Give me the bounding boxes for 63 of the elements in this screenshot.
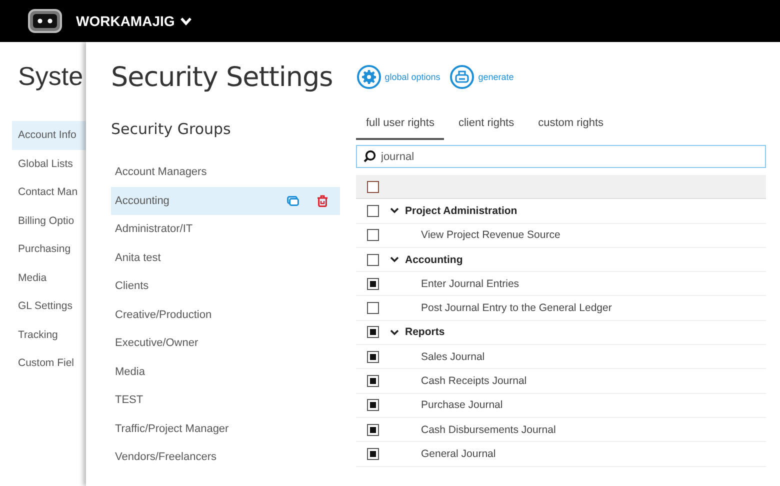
nav-item[interactable]: Account Info <box>12 121 86 150</box>
checkbox[interactable] <box>367 424 379 436</box>
group-label: Reports <box>405 326 445 338</box>
chevron-down-icon <box>180 16 192 26</box>
settings-icon <box>356 65 381 89</box>
group-item[interactable]: Creative/Production <box>111 300 340 329</box>
right-label: Enter Journal Entries <box>420 278 520 290</box>
right-label: View Project Revenue Source <box>420 229 560 242</box>
app-menu-button[interactable]: WORKAMAJIG <box>76 13 192 29</box>
right-label: Cash Receipts Journal <box>420 375 527 388</box>
tab[interactable]: client rights <box>448 116 524 140</box>
right-label: Cash Disbursements Journal <box>420 424 556 436</box>
copy-icon[interactable] <box>287 196 299 206</box>
robot-logo-icon[interactable] <box>28 9 62 33</box>
group-item[interactable]: TEST <box>111 386 340 414</box>
chevron-down-icon[interactable] <box>390 207 399 214</box>
page-title: Syste <box>18 61 84 92</box>
group-item[interactable]: Account Managers <box>111 158 340 186</box>
checkbox[interactable] <box>367 350 379 363</box>
chevron-down-icon[interactable] <box>390 328 399 336</box>
nav-item[interactable]: Media <box>12 264 86 292</box>
group-label: Project Administration <box>405 204 518 217</box>
right-label: Post Journal Entry to the General Ledger <box>420 302 612 314</box>
group-item[interactable]: Accounting <box>111 186 340 215</box>
right-label: Sales Journal <box>420 350 485 363</box>
right-label: Purchase Journal <box>420 399 503 412</box>
group-label: Accounting <box>405 254 463 266</box>
group-item[interactable]: Administrator/IT <box>111 215 340 244</box>
panel-title: Security Settings <box>111 62 333 92</box>
checkbox[interactable] <box>367 302 379 314</box>
group-item[interactable]: Vendors/Freelancers <box>111 443 340 472</box>
right-label: General Journal <box>420 448 496 460</box>
group-item[interactable]: Executive/Owner <box>111 329 340 358</box>
section-heading: Security Groups <box>111 120 232 140</box>
nav-item[interactable]: Tracking <box>12 320 86 349</box>
checkbox[interactable] <box>367 375 379 388</box>
delete-icon[interactable] <box>317 194 328 207</box>
nav-item[interactable]: GL Settings <box>12 292 86 320</box>
tab[interactable]: custom rights <box>528 116 614 140</box>
nav-item[interactable]: Billing Optio <box>12 206 86 235</box>
checkbox[interactable] <box>367 448 379 460</box>
nav-item[interactable]: Global Lists <box>12 150 86 178</box>
checkbox[interactable] <box>367 204 379 217</box>
group-item[interactable]: Clients <box>111 272 340 300</box>
nav-item[interactable]: Contact Man <box>12 178 86 206</box>
chevron-down-icon[interactable] <box>390 256 399 264</box>
search-icon <box>363 150 376 163</box>
global-options-button[interactable]: global options <box>356 65 440 89</box>
group-item[interactable]: Traffic/Project Manager <box>111 414 340 443</box>
search-field[interactable]: journal <box>356 145 766 168</box>
printer-icon <box>450 65 474 89</box>
checkbox[interactable] <box>367 326 379 338</box>
checkbox[interactable] <box>367 180 379 193</box>
checkbox[interactable] <box>367 399 379 412</box>
checkbox[interactable] <box>367 254 379 266</box>
group-item[interactable]: Anita test <box>111 244 340 272</box>
generate-button[interactable]: generate <box>450 65 514 89</box>
checkbox[interactable] <box>367 278 379 290</box>
nav-item[interactable]: Purchasing <box>12 235 86 264</box>
checkbox[interactable] <box>367 229 379 242</box>
tab[interactable]: full user rights <box>356 116 444 140</box>
group-item[interactable]: Media <box>111 358 340 386</box>
nav-item[interactable]: Custom Fiel <box>12 349 86 378</box>
